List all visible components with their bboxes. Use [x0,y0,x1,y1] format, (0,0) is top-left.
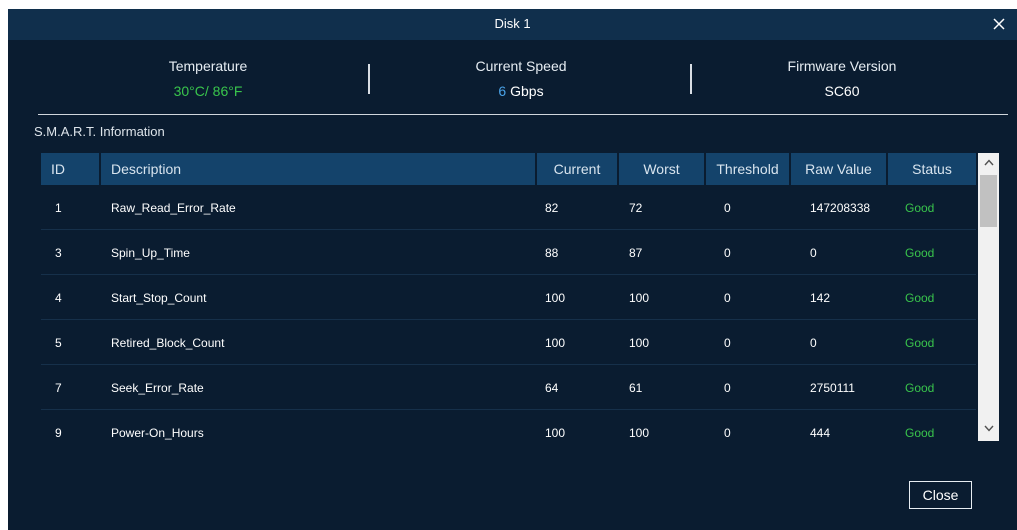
column-header-current: Current [537,153,617,185]
cell-current: 100 [545,291,566,305]
temperature-info: Temperature 30°C/ 86°F [48,58,368,99]
table-row[interactable]: 9 Power-On_Hours 100 100 0 444 Good [41,410,976,441]
table-row[interactable]: 5 Retired_Block_Count 100 100 0 0 Good [41,320,976,365]
speed-info: Current Speed 6 Gbps [361,58,681,99]
speed-unit: Gbps [506,83,544,99]
speed-value: 6 Gbps [361,83,681,99]
cell-id: 4 [55,291,62,305]
cell-description: Raw_Read_Error_Rate [111,201,236,215]
column-header-threshold: Threshold [706,153,789,185]
cell-threshold: 0 [724,246,731,260]
cell-raw-value: 444 [810,426,831,440]
table-row[interactable]: 3 Spin_Up_Time 88 87 0 0 Good [41,230,976,275]
cell-threshold: 0 [724,336,731,350]
column-header-status: Status [888,153,976,185]
close-icon[interactable] [989,12,1011,36]
table-row[interactable]: 1 Raw_Read_Error_Rate 82 72 0 147208338 Good [41,185,976,230]
cell-threshold: 0 [724,381,731,395]
firmware-label: Firmware Version [787,58,897,74]
cell-worst: 100 [629,291,650,305]
speed-label: Current Speed [475,58,567,74]
table-row[interactable]: 7 Seek_Error_Rate 64 61 0 2750111 Good [41,365,976,410]
column-header-id: ID [41,153,99,185]
cell-current: 82 [545,201,559,215]
section-divider [38,114,1008,115]
smart-table: ID Description Current Worst Threshold R… [41,153,999,441]
cell-threshold: 0 [724,201,731,215]
cell-id: 1 [55,201,62,215]
column-header-raw-value: Raw Value [791,153,886,185]
cell-status: Good [905,381,935,395]
cell-worst: 61 [629,381,643,395]
cell-id: 9 [55,426,62,440]
cell-worst: 100 [629,336,650,350]
cell-current: 64 [545,381,559,395]
cell-description: Power-On_Hours [111,426,204,440]
cell-status: Good [905,336,935,350]
cell-raw-value: 2750111 [810,381,855,395]
table-body: 1 Raw_Read_Error_Rate 82 72 0 147208338 Good 3 S… [41,185,976,441]
scroll-up-icon[interactable] [978,153,999,173]
table-scrollbar[interactable] [978,153,999,441]
scroll-thumb[interactable] [980,175,997,227]
cell-raw-value: 142 [810,291,831,305]
cell-status: Good [905,201,935,215]
column-header-worst: Worst [619,153,704,185]
disk-info-panel: Temperature 30°C/ 86°F Current Speed 6 G… [8,40,1017,115]
temperature-value: 30°C/ 86°F [173,83,243,99]
cell-id: 3 [55,246,62,260]
cell-description: Seek_Error_Rate [111,381,204,395]
cell-description: Spin_Up_Time [111,246,190,260]
title-bar: Disk 1 [8,9,1017,40]
cell-status: Good [905,246,935,260]
cell-worst: 87 [629,246,643,260]
cell-worst: 100 [629,426,650,440]
table-header: ID Description Current Worst Threshold R… [41,153,976,185]
cell-description: Start_Stop_Count [111,291,207,305]
close-button[interactable]: Close [909,481,972,509]
cell-id: 7 [55,381,62,395]
dialog-title: Disk 1 [494,16,531,31]
cell-raw-value: 0 [810,246,817,260]
firmware-value: SC60 [824,83,860,99]
cell-status: Good [905,426,935,440]
disk-dialog: Disk 1 Temperature 30°C/ 86°F Current Sp… [0,0,1017,530]
cell-id: 5 [55,336,62,350]
scroll-down-icon[interactable] [978,419,999,439]
table-row[interactable]: 4 Start_Stop_Count 100 100 0 142 Good [41,275,976,320]
cell-raw-value: 0 [810,336,817,350]
cell-raw-value: 147208338 [810,201,871,215]
cell-status: Good [905,291,935,305]
cell-threshold: 0 [724,426,731,440]
temperature-label: Temperature [168,58,248,74]
column-header-description: Description [101,153,535,185]
firmware-info: Firmware Version SC60 [682,58,1002,99]
cell-current: 100 [545,426,566,440]
cell-threshold: 0 [724,291,731,305]
cell-current: 88 [545,246,559,260]
cell-current: 100 [545,336,566,350]
dialog-body: Temperature 30°C/ 86°F Current Speed 6 G… [8,40,1017,530]
cell-description: Retired_Block_Count [111,336,225,350]
smart-section-title: S.M.A.R.T. Information [34,124,165,139]
cell-worst: 72 [629,201,643,215]
